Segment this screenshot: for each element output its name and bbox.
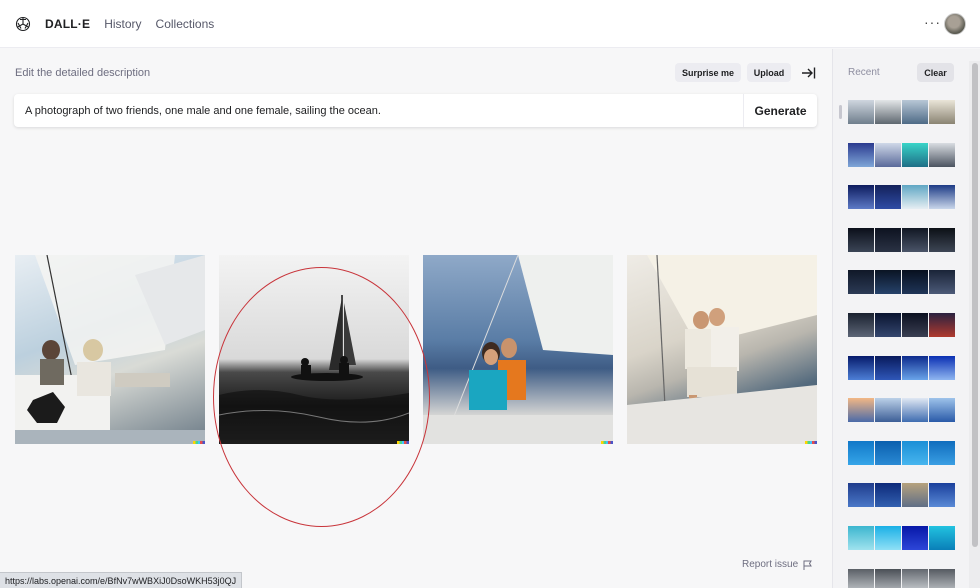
recent-thumbnail[interactable] [848,185,874,210]
generated-image-2[interactable] [219,255,409,444]
recent-label: Recent [848,67,880,78]
recent-thumbnail[interactable] [875,355,901,380]
openai-logo-icon[interactable] [15,16,31,32]
thumb-row [848,398,955,423]
recent-thumbnail[interactable] [929,568,955,588]
recent-thumbnail[interactable] [902,312,928,337]
recent-thumbnail[interactable] [848,142,874,167]
recent-thumbnail[interactable] [875,568,901,588]
link-status-bar: https://labs.openai.com/e/BfNv7wWBXiJ0Ds… [0,572,243,588]
recent-thumbnail[interactable] [929,100,955,124]
thumb-row [848,525,955,550]
brand-name[interactable]: DALL·E [45,17,90,31]
thumb-row [848,440,955,465]
recent-thumbnail[interactable] [875,142,901,167]
recent-thumbnail[interactable] [848,270,874,295]
avatar[interactable] [944,13,966,35]
upload-button[interactable]: Upload [747,63,791,82]
recent-thumbnail[interactable] [929,483,955,508]
thumb-row [848,100,955,124]
recent-thumbnail[interactable] [848,398,874,423]
sidebar-scrollbar-thumb[interactable] [972,63,978,547]
recent-thumbnail[interactable] [875,483,901,508]
recent-thumbnail[interactable] [902,525,928,550]
recent-thumbnail[interactable] [902,100,928,124]
recent-thumbnail[interactable] [902,398,928,423]
recent-thumbnail[interactable] [848,100,874,124]
thumb-row [848,185,955,210]
recent-thumbnail[interactable] [902,440,928,465]
recent-thumbnail[interactable] [902,227,928,252]
recent-sidebar: Recent Clear [832,49,980,588]
main-area: Edit the detailed description Surprise m… [0,49,832,588]
recent-thumbnails [848,100,955,588]
generated-image-3[interactable] [423,255,613,444]
recent-thumbnail[interactable] [875,525,901,550]
report-issue-label: Report issue [742,559,799,570]
report-issue-link[interactable]: Report issue [742,559,813,570]
recent-thumbnail[interactable] [848,355,874,380]
prompt-box: A photograph of two friends, one male an… [14,94,817,127]
clear-button[interactable]: Clear [917,63,954,82]
recent-thumbnail[interactable] [875,100,901,124]
recent-thumbnail[interactable] [929,142,955,167]
generated-image-1[interactable] [15,255,205,444]
more-dots-icon[interactable]: ··· [924,14,941,30]
recent-thumbnail[interactable] [848,312,874,337]
thumb-row [848,227,955,252]
surprise-me-button[interactable]: Surprise me [675,63,741,82]
recent-thumbnail[interactable] [929,440,955,465]
generate-button[interactable]: Generate [743,94,817,127]
flag-icon [803,560,813,570]
recent-thumbnail[interactable] [929,525,955,550]
recent-thumbnail[interactable] [929,185,955,210]
recent-thumbnail[interactable] [929,270,955,295]
mini-scroll-indicator [839,105,842,119]
thumb-row [848,270,955,295]
recent-thumbnail[interactable] [848,227,874,252]
recent-thumbnail[interactable] [875,227,901,252]
recent-thumbnail[interactable] [929,355,955,380]
collapse-panel-icon[interactable] [800,66,816,80]
recent-thumbnail[interactable] [902,185,928,210]
recent-thumbnail[interactable] [848,483,874,508]
recent-thumbnail[interactable] [902,355,928,380]
recent-thumbnail[interactable] [875,398,901,423]
description-label: Edit the detailed description [15,67,151,79]
thumb-row [848,312,955,337]
recent-thumbnail[interactable] [929,398,955,423]
recent-thumbnail[interactable] [848,568,874,588]
thumb-row [848,142,955,167]
thumb-row [848,355,955,380]
recent-thumbnail[interactable] [848,440,874,465]
recent-thumbnail[interactable] [902,142,928,167]
top-bar: DALL·E History Collections ··· [0,0,980,48]
recent-thumbnail[interactable] [848,525,874,550]
prompt-input[interactable]: A photograph of two friends, one male an… [14,105,743,117]
recent-thumbnail[interactable] [875,185,901,210]
thumb-row [848,568,955,588]
nav-collections[interactable]: Collections [156,17,215,31]
recent-thumbnail[interactable] [875,440,901,465]
thumb-row [848,483,955,508]
recent-thumbnail[interactable] [875,270,901,295]
recent-thumbnail[interactable] [902,568,928,588]
recent-thumbnail[interactable] [929,227,955,252]
generated-image-4[interactable] [627,255,817,444]
recent-thumbnail[interactable] [929,312,955,337]
recent-thumbnail[interactable] [875,312,901,337]
recent-thumbnail[interactable] [902,483,928,508]
nav-history[interactable]: History [104,17,141,31]
recent-thumbnail[interactable] [902,270,928,295]
